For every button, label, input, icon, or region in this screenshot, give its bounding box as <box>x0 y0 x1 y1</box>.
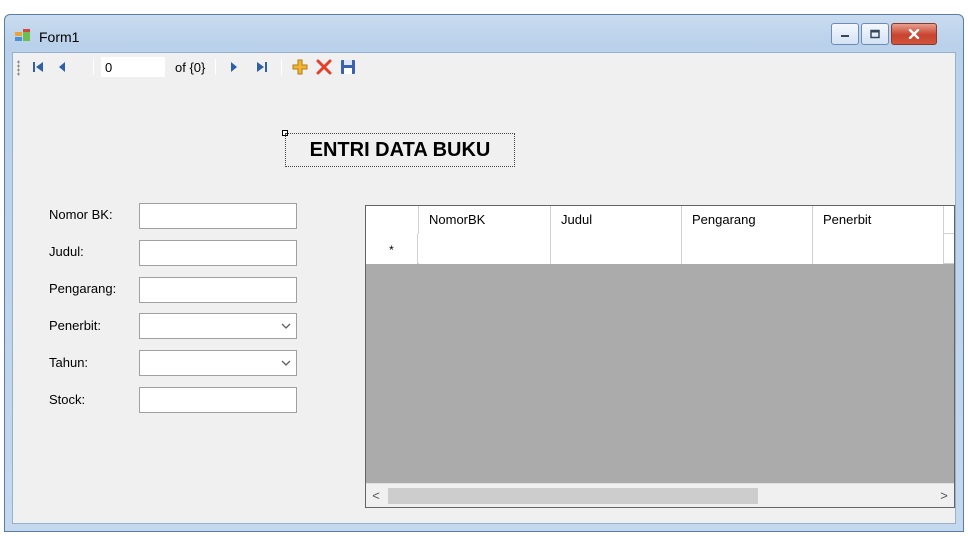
column-header-pengarang[interactable]: Pengarang <box>682 206 813 234</box>
count-label: of {0} <box>175 60 206 75</box>
move-next-icon <box>231 62 237 72</box>
page-title: ENTRI DATA BUKU <box>285 133 515 167</box>
form-app-icon <box>15 29 30 41</box>
judul-label: Judul: <box>49 244 84 259</box>
close-button[interactable] <box>891 23 937 45</box>
position-input[interactable] <box>101 57 165 77</box>
table-row[interactable]: * <box>366 234 954 264</box>
form-window: Form1 0 of {0} ENTRI DATA BUKU Nomor BK:… <box>4 14 964 532</box>
grid-corner-header[interactable] <box>366 206 419 234</box>
delete-icon <box>316 59 332 75</box>
tahun-select[interactable] <box>139 350 297 376</box>
grid-cell[interactable] <box>813 234 944 264</box>
data-grid[interactable]: NomorBK Judul Pengarang Penerbit * < > <box>365 205 955 508</box>
judul-input[interactable] <box>139 240 297 266</box>
move-last-icon <box>257 62 267 72</box>
chevron-down-icon <box>281 323 291 329</box>
minimize-button[interactable] <box>831 23 859 45</box>
column-header-penerbit[interactable]: Penerbit <box>813 206 944 234</box>
chevron-down-icon <box>281 360 291 366</box>
save-icon <box>341 60 355 74</box>
toolbar-grip[interactable] <box>17 60 20 76</box>
title-bar[interactable]: Form1 <box>5 15 963 51</box>
toolbar-separator <box>281 59 282 75</box>
toolbar-separator <box>215 59 216 75</box>
toolbar-separator <box>93 59 94 75</box>
binding-navigator: of {0} <box>13 53 955 81</box>
grid-cell[interactable] <box>682 234 813 264</box>
form-client-area: of {0} <box>12 52 956 524</box>
add-icon <box>292 59 308 75</box>
grid-cell[interactable] <box>419 234 551 264</box>
new-row-marker[interactable]: * <box>366 234 418 264</box>
nomor-bk-input[interactable] <box>139 203 297 229</box>
scroll-thumb[interactable] <box>388 488 758 504</box>
move-previous-icon <box>59 62 65 72</box>
grid-header-row: NomorBK Judul Pengarang Penerbit <box>366 206 954 234</box>
move-previous-button[interactable] <box>51 57 73 77</box>
maximize-icon <box>870 29 880 39</box>
window-title: Form1 <box>39 29 80 45</box>
column-header-judul[interactable]: Judul <box>551 206 682 234</box>
delete-button[interactable] <box>313 57 335 77</box>
stock-label: Stock: <box>49 392 86 407</box>
move-next-button[interactable] <box>223 57 245 77</box>
close-icon <box>908 29 920 39</box>
stock-input[interactable] <box>139 387 297 413</box>
nomor-bk-label: Nomor BK: <box>49 207 113 222</box>
maximize-button[interactable] <box>861 23 889 45</box>
penerbit-label: Penerbit: <box>49 318 102 333</box>
move-last-button[interactable] <box>251 57 273 77</box>
tahun-label: Tahun: <box>49 355 89 370</box>
pengarang-label: Pengarang: <box>49 281 117 296</box>
minimize-icon <box>841 35 849 37</box>
horizontal-scrollbar[interactable]: < > <box>366 483 954 507</box>
scroll-left-button[interactable]: < <box>366 484 386 508</box>
column-header-nomorbk[interactable]: NomorBK <box>419 206 551 234</box>
penerbit-select[interactable] <box>139 313 297 339</box>
pengarang-input[interactable] <box>139 277 297 303</box>
add-new-button[interactable] <box>289 57 311 77</box>
scroll-right-button[interactable]: > <box>934 484 954 508</box>
save-button[interactable] <box>337 57 359 77</box>
grid-cell[interactable] <box>551 234 682 264</box>
move-first-button[interactable] <box>27 57 49 77</box>
move-first-icon <box>33 62 43 72</box>
